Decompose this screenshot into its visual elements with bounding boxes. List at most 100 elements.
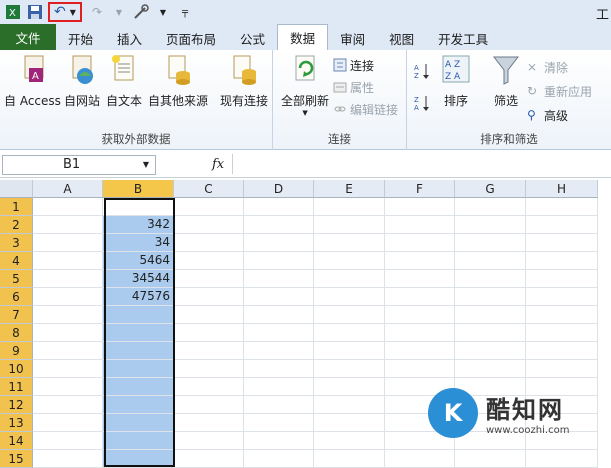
row-header-13[interactable]: 13 [0,414,33,432]
connections-button[interactable]: 连接 [333,56,374,74]
cell-a4[interactable] [33,252,103,270]
chevron-down-icon[interactable]: ▼ [143,160,149,169]
row-header-5[interactable]: 5 [0,270,33,288]
cell-f15[interactable] [385,450,455,468]
cell-a8[interactable] [33,324,103,342]
cell-g15[interactable] [455,450,526,468]
cell-a1[interactable] [33,198,103,216]
from-other-sources-button[interactable]: 自其他来源 [148,54,208,109]
tab-page-layout[interactable]: 页面布局 [154,26,228,50]
cell-f2[interactable] [385,216,455,234]
cell-g10[interactable] [455,360,526,378]
column-header-g[interactable]: G [455,180,526,198]
name-box[interactable]: B1 ▼ [2,154,156,175]
cell-c1[interactable] [174,198,244,216]
cell-b13[interactable] [103,414,174,432]
tab-review[interactable]: 审阅 [328,26,377,50]
tab-view[interactable]: 视图 [377,26,426,50]
cell-f3[interactable] [385,234,455,252]
from-web-button[interactable]: 自网站 [64,54,100,109]
cell-f10[interactable] [385,360,455,378]
cell-d9[interactable] [244,342,314,360]
column-header-f[interactable]: F [385,180,455,198]
cell-c2[interactable] [174,216,244,234]
cell-a6[interactable] [33,288,103,306]
cell-h9[interactable] [526,342,598,360]
refresh-all-button[interactable]: 全部刷新 ▼ [281,54,329,117]
cell-e15[interactable] [314,450,385,468]
cell-d12[interactable] [244,396,314,414]
cell-h10[interactable] [526,360,598,378]
tab-home[interactable]: 开始 [56,26,105,50]
row-header-12[interactable]: 12 [0,396,33,414]
cell-a3[interactable] [33,234,103,252]
undo-highlight-box[interactable]: ↶ ▼ [48,2,82,22]
row-header-10[interactable]: 10 [0,360,33,378]
cell-c11[interactable] [174,378,244,396]
cell-g8[interactable] [455,324,526,342]
cell-g3[interactable] [455,234,526,252]
cell-a14[interactable] [33,432,103,450]
chevron-down-icon[interactable]: ▼ [154,3,172,21]
edit-links-button[interactable]: 编辑链接 [333,100,398,118]
cell-c8[interactable] [174,324,244,342]
tools-icon[interactable] [132,3,150,21]
chevron-down-icon[interactable]: ▼ [302,109,307,117]
cell-a11[interactable] [33,378,103,396]
row-header-4[interactable]: 4 [0,252,33,270]
cell-e6[interactable] [314,288,385,306]
cell-h8[interactable] [526,324,598,342]
column-header-b[interactable]: B [103,180,174,198]
cell-h7[interactable] [526,306,598,324]
row-header-14[interactable]: 14 [0,432,33,450]
cell-c3[interactable] [174,234,244,252]
row-header-6[interactable]: 6 [0,288,33,306]
cell-c9[interactable] [174,342,244,360]
cell-g7[interactable] [455,306,526,324]
cell-b15[interactable] [103,450,174,468]
tab-developer[interactable]: 开发工具 [426,26,500,50]
cell-f7[interactable] [385,306,455,324]
row-header-3[interactable]: 3 [0,234,33,252]
cell-d2[interactable] [244,216,314,234]
clear-button[interactable]: ⨯ 清除 [527,58,568,76]
cell-b9[interactable] [103,342,174,360]
cell-e5[interactable] [314,270,385,288]
chevron-down-icon[interactable]: ▼ [70,8,76,17]
cell-b1[interactable] [103,198,174,216]
formula-input[interactable] [232,154,610,174]
cell-b4[interactable]: 5464 [103,252,174,270]
cell-d13[interactable] [244,414,314,432]
cell-e10[interactable] [314,360,385,378]
cell-c13[interactable] [174,414,244,432]
cell-a15[interactable] [33,450,103,468]
row-header-7[interactable]: 7 [0,306,33,324]
cell-b8[interactable] [103,324,174,342]
cell-d1[interactable] [244,198,314,216]
cell-h3[interactable] [526,234,598,252]
cell-a10[interactable] [33,360,103,378]
cell-e4[interactable] [314,252,385,270]
cell-c10[interactable] [174,360,244,378]
cell-a9[interactable] [33,342,103,360]
row-header-15[interactable]: 15 [0,450,33,468]
cell-b10[interactable] [103,360,174,378]
cell-f8[interactable] [385,324,455,342]
cell-d4[interactable] [244,252,314,270]
cell-b11[interactable] [103,378,174,396]
from-access-button[interactable]: A 自 Access [4,54,61,109]
column-header-d[interactable]: D [244,180,314,198]
column-header-a[interactable]: A [33,180,103,198]
advanced-button[interactable]: ⚲ 高级 [527,106,568,124]
cell-d6[interactable] [244,288,314,306]
cell-f1[interactable] [385,198,455,216]
cell-a5[interactable] [33,270,103,288]
cell-b3[interactable]: 34 [103,234,174,252]
cell-e9[interactable] [314,342,385,360]
column-header-c[interactable]: C [174,180,244,198]
cell-g5[interactable] [455,270,526,288]
cell-d14[interactable] [244,432,314,450]
cell-e13[interactable] [314,414,385,432]
undo-icon[interactable]: ↶ [54,4,66,20]
row-header-9[interactable]: 9 [0,342,33,360]
